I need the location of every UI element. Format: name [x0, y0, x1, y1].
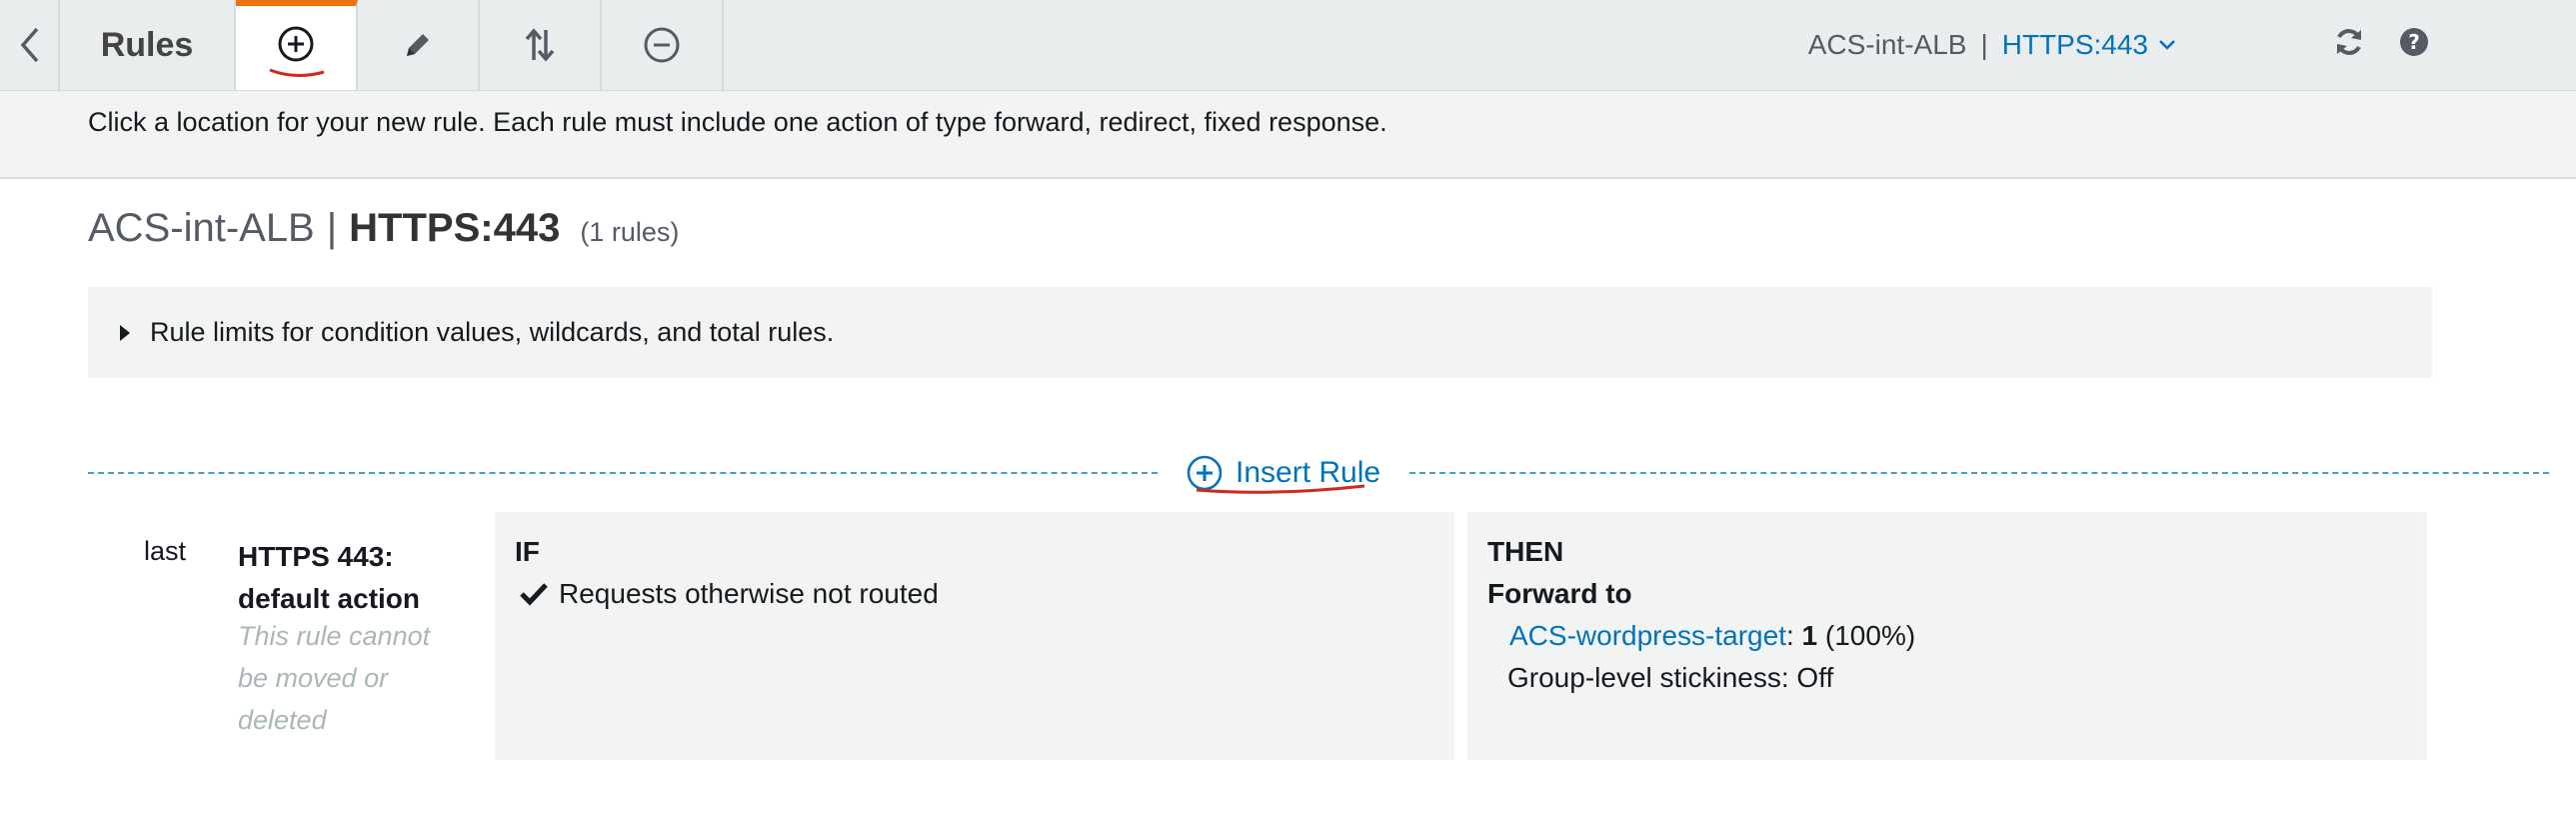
rule-name: HTTPS 443: default action	[238, 536, 458, 620]
page-title: Rules	[60, 0, 236, 90]
back-button[interactable]	[0, 0, 60, 90]
chevron-left-icon	[20, 27, 39, 63]
refresh-icon	[2337, 29, 2361, 55]
rule-name-line: HTTPS 443:	[238, 541, 394, 572]
rule-count: (1 rules)	[580, 217, 680, 247]
rule-priority: last	[144, 536, 187, 566]
rule-note-line: This rule cannot	[238, 621, 431, 651]
annotation-underline	[1196, 484, 1365, 494]
tab-reorder-rules[interactable]	[480, 0, 602, 90]
info-banner-text: Click a location for your new rule. Each…	[88, 107, 1387, 137]
rule-note: This rule cannot be moved or deleted	[238, 615, 468, 741]
rule-name-line: default action	[238, 583, 421, 614]
action-type: Forward to	[1487, 578, 1632, 609]
heading-separator: |	[326, 206, 338, 250]
minus-circle-icon	[644, 27, 680, 63]
listener-heading: ACS-int-ALB | HTTPS:443 (1 rules)	[88, 206, 679, 251]
heading-lb-name: ACS-int-ALB	[88, 206, 315, 250]
chevron-down-icon	[2159, 40, 2175, 50]
sort-arrows-icon	[525, 28, 555, 62]
dashed-line-right	[1409, 472, 2549, 474]
tab-add-rule[interactable]	[236, 0, 358, 90]
add-tab-content	[266, 18, 326, 78]
pencil-icon	[407, 34, 429, 56]
heading-listener: HTTPS:443	[349, 206, 561, 250]
separator: |	[1980, 29, 1988, 60]
annotation-underline	[269, 68, 325, 77]
condition-text: Requests otherwise not routed	[559, 578, 939, 609]
tab-delete-rule[interactable]	[602, 0, 724, 90]
svg-text:?: ?	[2408, 30, 2420, 54]
dashed-line-left	[88, 472, 1158, 474]
tab-edit-rule[interactable]	[358, 0, 480, 90]
info-banner: Click a location for your new rule. Each…	[0, 91, 2576, 179]
rule-limits-expander[interactable]: Rule limits for condition values, wildca…	[88, 287, 2432, 378]
target-group-link[interactable]: ACS-wordpress-target	[1509, 620, 1786, 651]
target-weight-percent: (100%)	[1824, 620, 1916, 651]
refresh-button[interactable]	[2329, 20, 2369, 64]
listener-label: HTTPS:443	[2001, 29, 2148, 60]
then-title: THEN	[1487, 536, 1564, 567]
toolbar: Rules ACS-int-ALB | HTTPS:443 ?	[0, 0, 2576, 91]
help-icon: ?	[2400, 28, 2428, 56]
load-balancer-name: ACS-int-ALB	[1807, 29, 1967, 60]
rule-note-line: deleted	[238, 705, 327, 735]
target-separator: :	[1785, 620, 1794, 651]
condition-item: Requests otherwise not routed	[519, 578, 939, 610]
rule-then-panel: THEN Forward to ACS-wordpress-target: 1 …	[1467, 512, 2427, 760]
if-title: IF	[515, 536, 540, 567]
rule-limits-label: Rule limits for condition values, wildca…	[150, 317, 835, 347]
listener-dropdown[interactable]: HTTPS:443	[2002, 29, 2176, 61]
target-group-line: ACS-wordpress-target: 1 (100%)	[1509, 620, 1915, 652]
plus-circle-icon	[278, 26, 314, 62]
help-button[interactable]: ?	[2394, 20, 2434, 64]
target-weight: 1	[1801, 620, 1818, 651]
listener-selector-area: ACS-int-ALB | HTTPS:443	[1808, 0, 2176, 90]
rule-if-panel: IF Requests otherwise not routed	[495, 512, 1454, 760]
checkmark-icon	[520, 583, 548, 606]
stickiness-text: Group-level stickiness: Off	[1507, 662, 1834, 693]
rule-note-line: be moved or	[238, 663, 389, 693]
caret-right-icon	[118, 323, 132, 343]
